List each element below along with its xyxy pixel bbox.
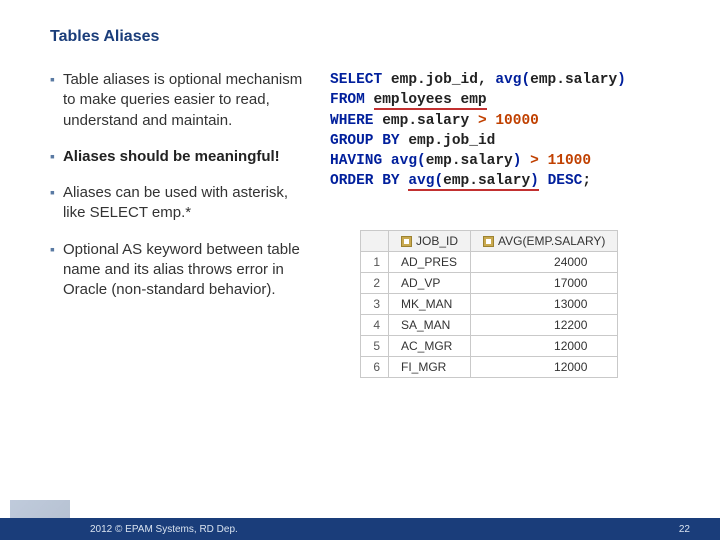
table-row: 6FI_MGR12000 bbox=[361, 356, 618, 377]
bullet-item: ▪ Table aliases is optional mechanism to… bbox=[50, 70, 310, 131]
bullet-mark-icon: ▪ bbox=[50, 147, 55, 167]
sql-line-from: FROM employees emp bbox=[330, 90, 700, 110]
footer-bar: 2012 © EPAM Systems, RD Dep. 22 bbox=[0, 518, 720, 540]
table-header-row: JOB_ID AVG(EMP.SALARY) bbox=[361, 230, 618, 251]
bullets-column: ▪ Table aliases is optional mechanism to… bbox=[50, 70, 310, 378]
table-row: 3MK_MAN13000 bbox=[361, 293, 618, 314]
table-header-avg: AVG(EMP.SALARY) bbox=[471, 230, 618, 251]
slide-title: Tables Aliases bbox=[0, 0, 720, 46]
column-icon bbox=[483, 236, 494, 247]
table-row: 2AD_VP17000 bbox=[361, 272, 618, 293]
result-table-wrapper: JOB_ID AVG(EMP.SALARY) 1AD_PRES24000 2AD… bbox=[360, 230, 700, 378]
table-row: 4SA_MAN12200 bbox=[361, 314, 618, 335]
table-row: 5AC_MGR12000 bbox=[361, 335, 618, 356]
sql-line-where: WHERE emp.salary > 10000 bbox=[330, 111, 700, 131]
footer-copyright: 2012 © EPAM Systems, RD Dep. bbox=[90, 524, 238, 535]
result-table: JOB_ID AVG(EMP.SALARY) 1AD_PRES24000 2AD… bbox=[360, 230, 618, 378]
table-row: 1AD_PRES24000 bbox=[361, 251, 618, 272]
bullet-text: Aliases should be meaningful! bbox=[63, 147, 280, 167]
sql-line-orderby: ORDER BY avg(emp.salary) DESC; bbox=[330, 171, 700, 191]
bullet-text: Optional AS keyword between table name a… bbox=[63, 240, 310, 301]
bullet-mark-icon: ▪ bbox=[50, 70, 55, 131]
bullet-mark-icon: ▪ bbox=[50, 183, 55, 224]
sql-code-block: SELECT emp.job_id, avg(emp.salary) FROM … bbox=[330, 70, 700, 192]
bullet-text: Table aliases is optional mechanism to m… bbox=[63, 70, 310, 131]
table-header-rownum bbox=[361, 230, 389, 251]
footer-page-number: 22 bbox=[679, 524, 690, 535]
content-area: ▪ Table aliases is optional mechanism to… bbox=[0, 46, 720, 378]
sql-line-groupby: GROUP BY emp.job_id bbox=[330, 131, 700, 151]
sql-line-select: SELECT emp.job_id, avg(emp.salary) bbox=[330, 70, 700, 90]
column-icon bbox=[401, 236, 412, 247]
table-header-jobid: JOB_ID bbox=[389, 230, 471, 251]
bullet-mark-icon: ▪ bbox=[50, 240, 55, 301]
bullet-text: Aliases can be used with asterisk, like … bbox=[63, 183, 310, 224]
bullet-item: ▪ Aliases can be used with asterisk, lik… bbox=[50, 183, 310, 224]
bullet-item: ▪ Aliases should be meaningful! bbox=[50, 147, 310, 167]
sql-line-having: HAVING avg(emp.salary) > 11000 bbox=[330, 151, 700, 171]
bullet-item: ▪ Optional AS keyword between table name… bbox=[50, 240, 310, 301]
code-and-table-column: SELECT emp.job_id, avg(emp.salary) FROM … bbox=[330, 70, 700, 378]
